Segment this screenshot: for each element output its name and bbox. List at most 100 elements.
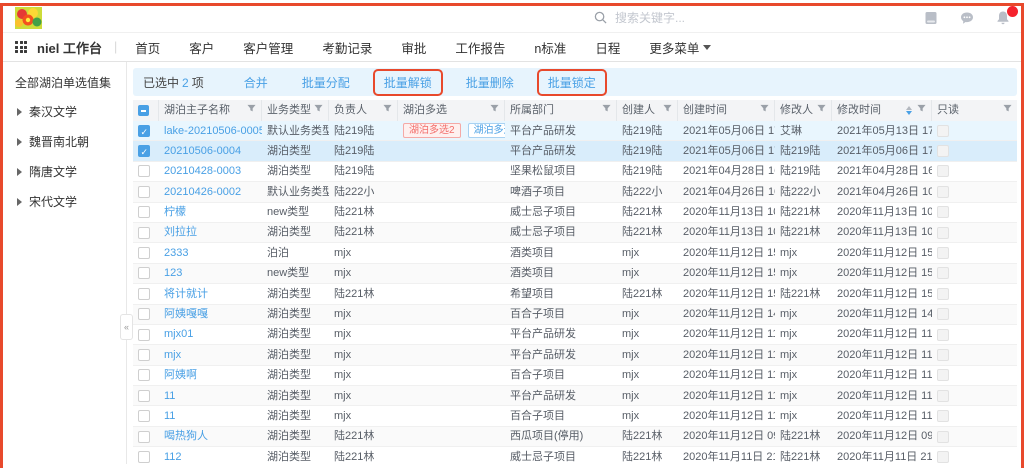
table-row[interactable]: lake-20210506-0005默认业务类型陆219陆湖泊多选2湖泊多选1平…	[133, 121, 1017, 141]
lake-name-link[interactable]: mjx01	[159, 325, 262, 344]
business-type-cell: 湖泊类型	[262, 345, 329, 364]
table-row[interactable]: 阿姨嘎嘎湖泊类型mjx百合子项目mjx2020年11月12日 14:38mjx2…	[133, 305, 1017, 325]
row-checkbox-cell	[133, 243, 159, 262]
row-checkbox[interactable]	[138, 206, 150, 218]
table-row[interactable]: 112湖泊类型陆221林威士忌子项目陆221林2020年11月11日 21:19…	[133, 447, 1017, 464]
nav-item-1[interactable]: 首页	[135, 38, 160, 57]
sidebar-tree-item-3[interactable]: 隋唐文学	[17, 163, 126, 180]
filter-icon[interactable]	[490, 100, 499, 121]
nav-item-3[interactable]: 客户管理	[243, 38, 293, 57]
table-row[interactable]: 20210428-0003湖泊类型陆219陆坚果松鼠项目陆219陆2021年04…	[133, 162, 1017, 182]
tags-cell	[398, 141, 505, 160]
table-row[interactable]: 阿姨啊湖泊类型mjx百合子项目mjx2020年11月12日 11:16mjx20…	[133, 366, 1017, 386]
table-row[interactable]: 2333泊泊mjx酒类项目mjx2020年11月12日 15:25mjx2020…	[133, 243, 1017, 263]
table-row[interactable]: 20210506-0004湖泊类型陆219陆平台产品研发陆219陆2021年05…	[133, 141, 1017, 161]
readonly-checkbox	[937, 267, 949, 279]
table-row[interactable]: 123new类型mjx酒类项目mjx2020年11月12日 15:25mjx20…	[133, 264, 1017, 284]
lake-name-link[interactable]: 11	[159, 406, 262, 425]
row-checkbox[interactable]	[138, 451, 150, 463]
bulk-action-1[interactable]: 合并	[244, 74, 268, 91]
row-checkbox[interactable]	[138, 145, 150, 157]
lake-name-link[interactable]: 阿姨啊	[159, 366, 262, 385]
table-row[interactable]: 20210426-0002默认业务类型陆222小啤酒子项目陆222小2021年0…	[133, 182, 1017, 202]
lake-name-link[interactable]: 将计就计	[159, 284, 262, 303]
filter-icon[interactable]	[1003, 100, 1012, 121]
nav-item-2[interactable]: 客户	[189, 38, 214, 57]
global-search[interactable]	[594, 11, 755, 25]
owner-cell: 陆221林	[329, 447, 398, 464]
sort-icon[interactable]	[906, 106, 912, 115]
apps-grid-icon[interactable]	[15, 41, 27, 53]
bulk-action-2[interactable]: 批量分配	[302, 74, 350, 91]
filter-icon[interactable]	[760, 100, 769, 121]
filter-icon[interactable]	[314, 100, 323, 121]
sidebar-collapse-handle[interactable]: «	[120, 314, 133, 340]
table-row[interactable]: mjx01湖泊类型mjx平台产品研发mjx2020年11月12日 11:46mj…	[133, 325, 1017, 345]
lake-name-link[interactable]: 刘拉拉	[159, 223, 262, 242]
bell-icon[interactable]	[995, 10, 1011, 26]
lake-name-link[interactable]: 阿姨嘎嘎	[159, 305, 262, 324]
row-checkbox[interactable]	[138, 247, 150, 259]
sidebar-tree-item-2[interactable]: 魏晋南北朝	[17, 133, 126, 150]
row-checkbox[interactable]	[138, 288, 150, 300]
lake-name-link[interactable]: 123	[159, 264, 262, 283]
row-checkbox[interactable]	[138, 329, 150, 341]
table-row[interactable]: mjx湖泊类型mjx平台产品研发mjx2020年11月12日 11:44mjx2…	[133, 345, 1017, 365]
modified-time-cell: 2020年11月12日 11:44	[832, 345, 932, 364]
lake-name-link[interactable]: lake-20210506-0005	[159, 121, 262, 140]
search-input[interactable]	[615, 11, 755, 25]
row-checkbox[interactable]	[138, 369, 150, 381]
lake-name-link[interactable]: mjx	[159, 345, 262, 364]
creator-cell: mjx	[617, 325, 678, 344]
table-row[interactable]: 11湖泊类型mjx平台产品研发mjx2020年11月12日 11:11mjx20…	[133, 386, 1017, 406]
table-row[interactable]: 柠檬new类型陆221林威士忌子项目陆221林2020年11月13日 10:31…	[133, 203, 1017, 223]
bulk-action-4[interactable]: 批量删除	[466, 74, 514, 91]
table-row[interactable]: 刘拉拉湖泊类型陆221林威士忌子项目陆221林2020年11月13日 10:30…	[133, 223, 1017, 243]
modified-time-cell: 2020年11月12日 15:25	[832, 264, 932, 283]
lake-name-link[interactable]: 20210506-0004	[159, 141, 262, 160]
table-row[interactable]: 11湖泊类型mjx百合子项目mjx2020年11月12日 11:04mjx202…	[133, 406, 1017, 426]
filter-icon[interactable]	[602, 100, 611, 121]
row-checkbox[interactable]	[138, 165, 150, 177]
nav-item-5[interactable]: 审批	[401, 38, 426, 57]
lake-name-link[interactable]: 20210426-0002	[159, 182, 262, 201]
nav-item-8[interactable]: 日程	[595, 38, 620, 57]
filter-icon[interactable]	[917, 100, 926, 121]
creator-cell: mjx	[617, 305, 678, 324]
message-icon[interactable]	[959, 10, 975, 26]
nav-item-7[interactable]: n标准	[534, 38, 566, 57]
lake-name-link[interactable]: 20210428-0003	[159, 162, 262, 181]
row-checkbox[interactable]	[138, 308, 150, 320]
sidebar-tree-item-1[interactable]: 秦汉文学	[17, 103, 126, 120]
row-checkbox[interactable]	[138, 390, 150, 402]
filter-icon[interactable]	[817, 100, 826, 121]
bulk-action-3[interactable]: 批量解锁	[373, 69, 443, 96]
lake-name-link[interactable]: 112	[159, 447, 262, 464]
row-checkbox[interactable]	[138, 186, 150, 198]
row-checkbox-cell	[133, 447, 159, 464]
filter-icon[interactable]	[663, 100, 672, 121]
table-row[interactable]: 将计就计湖泊类型陆221林希望项目陆221林2020年11月12日 15:15陆…	[133, 284, 1017, 304]
nav-item-more-menu[interactable]: 更多菜单	[649, 38, 711, 57]
row-checkbox-cell	[133, 223, 159, 242]
row-checkbox[interactable]	[138, 125, 150, 137]
row-checkbox[interactable]	[138, 410, 150, 422]
select-all-checkbox[interactable]	[138, 105, 149, 116]
row-checkbox[interactable]	[138, 227, 150, 239]
lake-name-link[interactable]: 柠檬	[159, 203, 262, 222]
filter-icon[interactable]	[383, 100, 392, 121]
row-checkbox[interactable]	[138, 349, 150, 361]
readonly-cell	[932, 406, 1017, 425]
nav-item-4[interactable]: 考勤记录	[322, 38, 372, 57]
lake-name-link[interactable]: 喝热狗人	[159, 427, 262, 446]
sidebar-tree-item-4[interactable]: 宋代文学	[17, 193, 126, 210]
nav-item-6[interactable]: 工作报告	[455, 38, 505, 57]
lake-name-link[interactable]: 11	[159, 386, 262, 405]
bulk-action-5[interactable]: 批量锁定	[537, 69, 607, 96]
row-checkbox[interactable]	[138, 431, 150, 443]
filter-icon[interactable]	[247, 100, 256, 121]
lake-name-link[interactable]: 2333	[159, 243, 262, 262]
notebook-icon[interactable]	[923, 10, 939, 26]
table-row[interactable]: 喝热狗人湖泊类型陆221林西瓜项目(停用)陆221林2020年11月12日 09…	[133, 427, 1017, 447]
row-checkbox[interactable]	[138, 267, 150, 279]
